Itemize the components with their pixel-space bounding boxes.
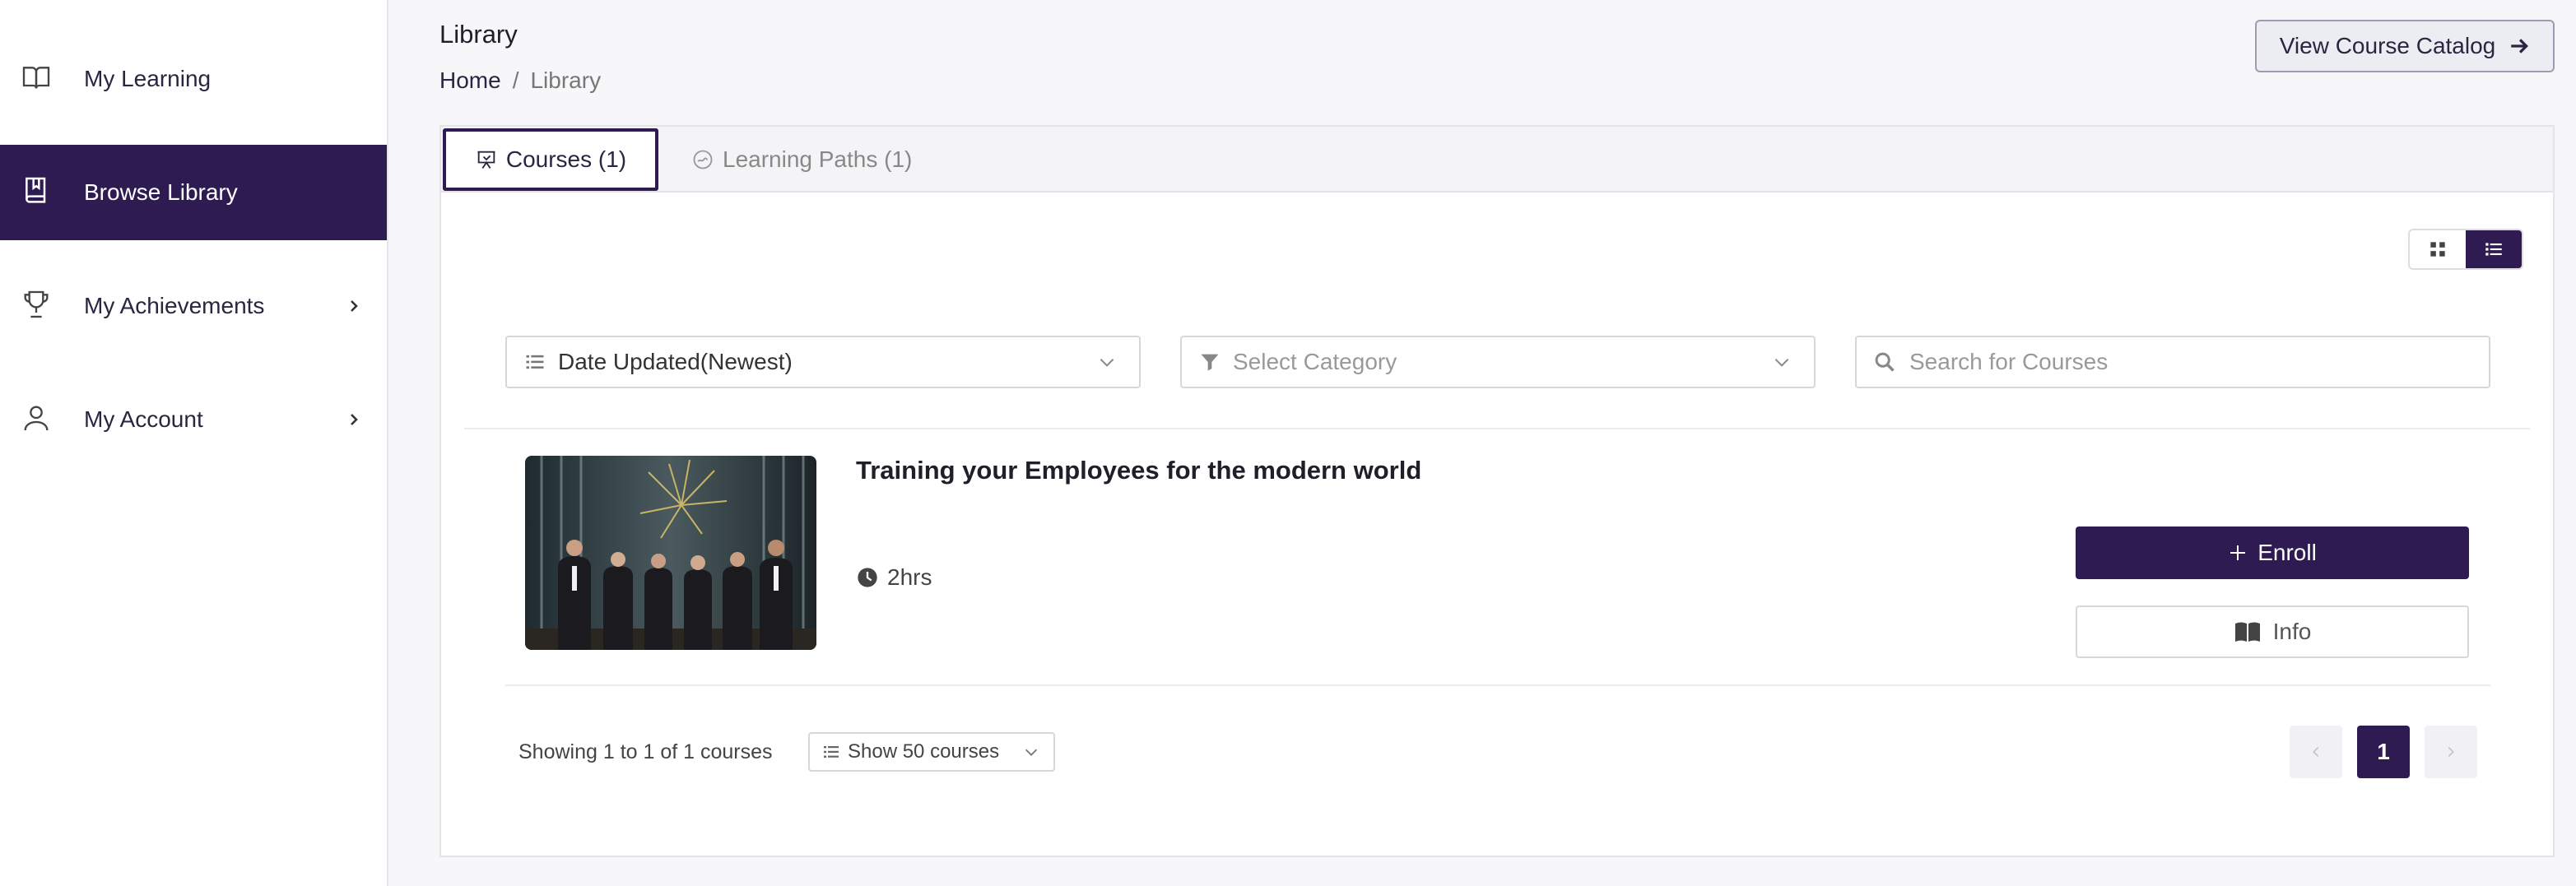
chevron-right-icon bbox=[351, 414, 358, 425]
pagination-page-1[interactable]: 1 bbox=[2357, 726, 2410, 778]
tab-learning-paths[interactable]: Learning Paths (1) bbox=[691, 128, 912, 191]
list-icon bbox=[2485, 243, 2502, 256]
chevron-down-icon bbox=[1774, 359, 1789, 367]
sidebar-item-browse-library[interactable]: Browse Library bbox=[0, 145, 387, 240]
library-book-icon bbox=[26, 177, 46, 203]
book-open-icon bbox=[22, 67, 50, 89]
tab-bar: Courses (1) Learning Paths (1) bbox=[441, 127, 2553, 193]
library-panel: Courses (1) Learning Paths (1) Date Upda… bbox=[439, 125, 2555, 857]
list-icon bbox=[824, 746, 839, 758]
view-course-catalog-label: View Course Catalog bbox=[2279, 33, 2496, 58]
pagination-prev-button[interactable] bbox=[2290, 726, 2342, 778]
search-icon bbox=[1875, 352, 1895, 372]
clock-icon bbox=[858, 568, 877, 587]
course-thumbnail[interactable] bbox=[525, 456, 816, 650]
course-thumbnail-image bbox=[525, 456, 816, 650]
sidebar-item-my-account[interactable]: My Account bbox=[0, 372, 387, 467]
path-circle-icon bbox=[693, 150, 713, 169]
per-page-value: Show 50 courses bbox=[848, 740, 1000, 763]
chevron-right-icon bbox=[351, 300, 358, 312]
sidebar-item-label: My Account bbox=[84, 406, 203, 432]
per-page-select[interactable]: Show 50 courses bbox=[808, 732, 1055, 772]
info-button[interactable]: Info bbox=[2076, 605, 2469, 658]
sort-select-value: Date Updated(Newest) bbox=[558, 349, 793, 374]
grid-view-button[interactable] bbox=[2410, 230, 2466, 268]
chevron-right-icon bbox=[2448, 746, 2454, 758]
filter-icon bbox=[1201, 354, 1219, 371]
results-count: Showing 1 to 1 of 1 courses bbox=[518, 740, 773, 763]
breadcrumb-separator: / bbox=[512, 67, 519, 93]
chevron-down-icon bbox=[1025, 749, 1038, 756]
arrow-right-icon bbox=[2511, 39, 2529, 53]
sidebar: My Learning Browse Library My Achievemen… bbox=[0, 0, 388, 886]
sort-select[interactable]: Date Updated(Newest) bbox=[505, 336, 1141, 388]
search-input-placeholder: Search for Courses bbox=[1909, 349, 2109, 374]
course-duration-value: 2hrs bbox=[887, 564, 932, 590]
book-icon bbox=[2234, 622, 2260, 642]
enroll-button[interactable]: Enroll bbox=[2076, 526, 2469, 579]
divider bbox=[505, 684, 2490, 686]
breadcrumb-current: Library bbox=[530, 67, 602, 93]
plus-icon bbox=[2230, 545, 2246, 560]
enroll-button-label: Enroll bbox=[2257, 540, 2317, 565]
breadcrumb: Home / Library bbox=[439, 67, 601, 94]
course-duration: 2hrs bbox=[856, 564, 932, 591]
page-title: Library bbox=[439, 20, 518, 49]
view-course-catalog-button[interactable]: View Course Catalog bbox=[2255, 20, 2555, 72]
sidebar-item-label: My Achievements bbox=[84, 293, 265, 318]
tab-learning-paths-label: Learning Paths (1) bbox=[723, 146, 913, 172]
sidebar-item-label: Browse Library bbox=[84, 179, 238, 205]
chevron-down-icon bbox=[1100, 359, 1114, 367]
course-title[interactable]: Training your Employees for the modern w… bbox=[856, 456, 1421, 485]
info-button-label: Info bbox=[2272, 619, 2312, 644]
category-select[interactable]: Select Category bbox=[1180, 336, 1816, 388]
list-view-button[interactable] bbox=[2466, 230, 2522, 268]
grid-icon bbox=[2430, 242, 2445, 257]
divider bbox=[464, 428, 2530, 429]
presentation-icon bbox=[477, 151, 495, 169]
chevron-left-icon bbox=[2313, 746, 2319, 758]
sidebar-item-my-learning[interactable]: My Learning bbox=[0, 31, 387, 127]
category-select-placeholder: Select Category bbox=[1233, 349, 1397, 374]
breadcrumb-home-link[interactable]: Home bbox=[439, 67, 501, 94]
user-icon bbox=[24, 406, 49, 431]
tab-courses[interactable]: Courses (1) bbox=[443, 128, 658, 191]
trophy-icon bbox=[24, 290, 49, 318]
tab-courses-label: Courses (1) bbox=[505, 146, 627, 172]
pagination-next-button[interactable] bbox=[2425, 726, 2477, 778]
view-toggle bbox=[2408, 229, 2523, 270]
sidebar-item-my-achievements[interactable]: My Achievements bbox=[0, 258, 387, 354]
sidebar-item-label: My Learning bbox=[84, 66, 212, 91]
search-input[interactable]: Search for Courses bbox=[1855, 336, 2490, 388]
list-icon bbox=[526, 355, 544, 369]
